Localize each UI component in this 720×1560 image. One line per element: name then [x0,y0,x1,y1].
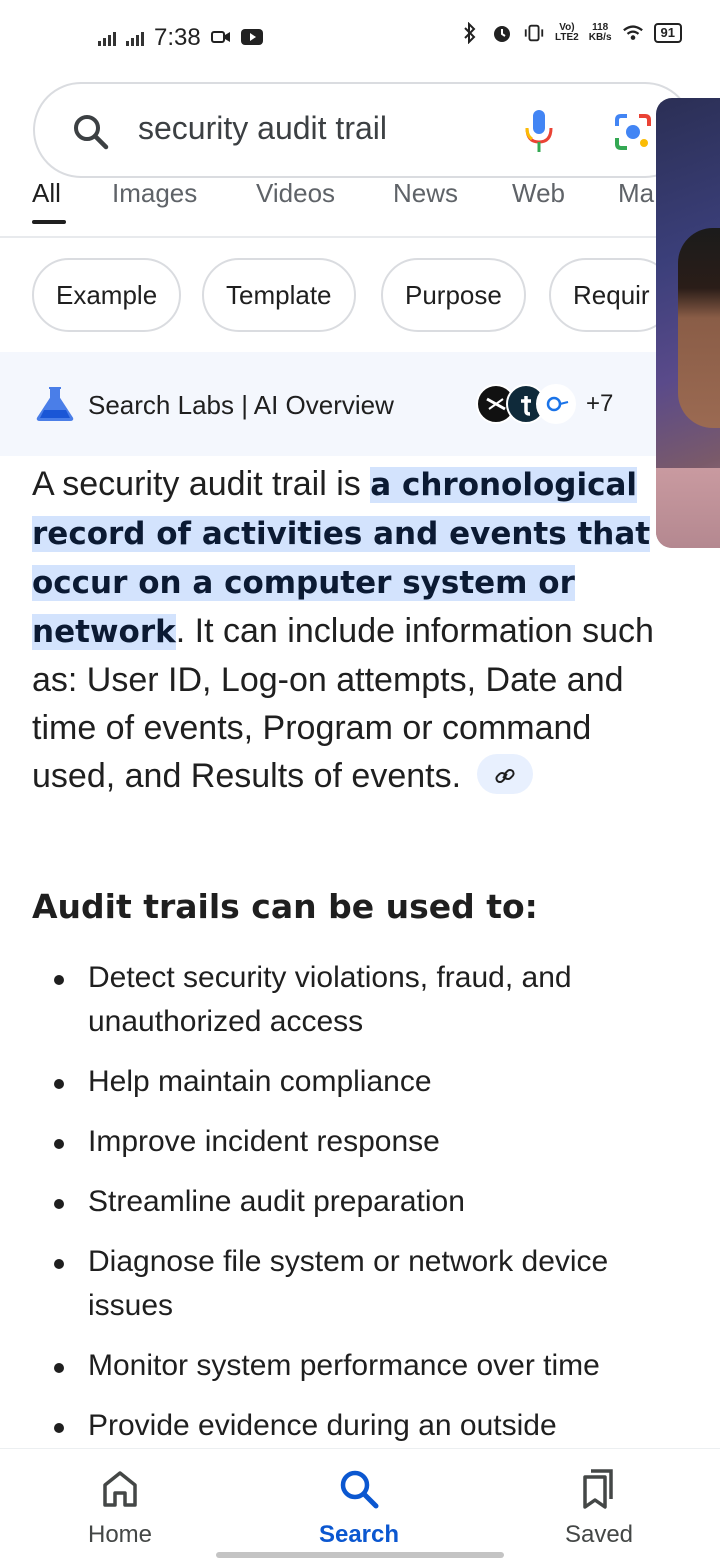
summary-intro: A security audit trail is [32,465,371,503]
speed-unit: KB/s [588,32,612,43]
status-left: 7:38 [98,24,263,52]
labs-flask-icon [36,386,74,427]
battery-indicator: 91 [653,23,682,43]
chip-example[interactable]: Example [32,258,182,332]
uses-list: Detect security violations, fraud, and u… [32,956,672,1448]
nav-saved[interactable]: Saved [529,1467,669,1549]
list-item: Provide evidence during an outside [32,1404,672,1448]
wifi-icon [622,22,644,44]
nav-search-label: Search [318,1521,400,1548]
alarm-icon [491,22,513,44]
network-badge-bottom: LTE2 [555,32,579,43]
youtube-icon [240,24,263,52]
search-icon[interactable] [71,112,111,157]
list-item: Monitor system performance over time [32,1344,672,1388]
tab-images[interactable]: Images [112,180,197,209]
list-item: Detect security violations, fraud, and u… [32,956,672,1044]
tab-active-indicator [32,220,66,224]
nav-home-label: Home [87,1521,153,1548]
list-item: Streamline audit preparation [32,1180,672,1224]
nav-saved-label: Saved [564,1521,634,1548]
section-heading: Audit trails can be used to: [32,887,538,926]
google-lens-icon[interactable] [613,112,653,157]
mic-icon[interactable] [523,108,555,159]
ai-overview: Search Labs | AI Overview +7 A security … [0,352,720,1448]
network-badge: Vo) LTE2 [555,23,579,43]
tab-web[interactable]: Web [512,180,565,209]
video-person [678,228,720,428]
search-icon [289,1467,429,1511]
search-bar[interactable]: security audit trail [33,82,693,178]
home-icon [50,1467,190,1511]
bottom-navigation: Home Search Saved [0,1448,720,1560]
nav-search[interactable]: Search [289,1467,429,1549]
picture-in-picture-video[interactable] [656,98,720,548]
link-icon [494,768,515,784]
status-right: Vo) LTE2 118 KB/s 91 [459,22,682,44]
search-tabs: All Images Videos News Web Ma [0,180,720,238]
list-item: Diagnose file system or network device i… [32,1240,672,1328]
source-link-button[interactable] [476,754,533,795]
vibrate-icon [523,22,545,44]
status-time: 7:38 [154,24,201,51]
tab-news[interactable]: News [393,180,458,209]
tab-all[interactable]: All [32,180,61,209]
signal-icon-2 [126,30,144,46]
ai-overview-summary: A security audit trail is a chronologica… [32,460,672,800]
speed-indicator: 118 KB/s [589,23,612,43]
search-input[interactable]: security audit trail [138,110,387,147]
status-bar: 7:38 Vo) LTE2 118 KB/s 91 [0,0,720,78]
nav-home[interactable]: Home [50,1467,190,1549]
refine-chips: Example Template Purpose Requir [0,258,720,332]
chip-purpose[interactable]: Purpose [381,258,526,332]
saved-collections-icon [529,1467,669,1511]
source-avatar-3[interactable] [536,384,576,424]
chip-template[interactable]: Template [202,258,356,332]
ai-overview-title: Search Labs | AI Overview [88,390,394,420]
tab-maps[interactable]: Ma [618,180,654,209]
more-sources-count[interactable]: +7 [586,390,613,418]
list-item: Help maintain compliance [32,1060,672,1104]
tab-videos[interactable]: Videos [256,180,335,209]
gesture-home-bar[interactable] [216,1552,504,1558]
video-person-shirt [656,468,720,548]
source-avatars[interactable]: +7 [476,384,613,424]
chip-requirements[interactable]: Requir [549,258,674,332]
signal-icon [98,30,116,46]
ai-overview-header: Search Labs | AI Overview +7 [0,352,720,456]
bluetooth-icon [459,22,481,44]
screen-record-icon [210,24,231,52]
list-item: Improve incident response [32,1120,672,1164]
